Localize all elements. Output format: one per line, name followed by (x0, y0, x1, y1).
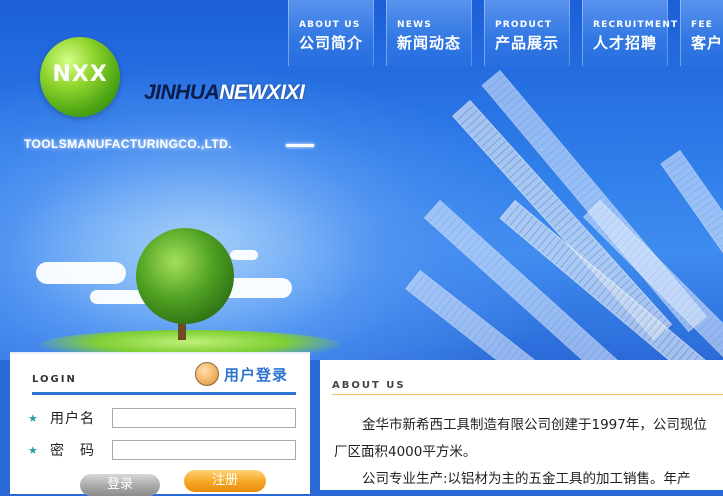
nav-item-en: PRODUCT (495, 20, 553, 30)
about-paragraph: 厂区面积4000平方米。 (334, 444, 477, 460)
nav-item-en: FEE (691, 20, 714, 30)
login-title-en: LOGIN (32, 374, 77, 385)
username-label: 用户名 (50, 411, 95, 427)
about-panel: ABOUT US 金华市新希西工具制造有限公司创建于1997年，公司现位 厂区面… (310, 360, 723, 490)
cloud (36, 262, 126, 284)
brand-name: JINHUANEWXIXI (144, 81, 305, 105)
nav-item-cn: 新闻动态 (397, 34, 462, 52)
nav-item-cn: 公司简介 (299, 34, 364, 52)
brand-name-part2: NEWXIXI (219, 81, 305, 104)
bullet-icon: ★ (28, 443, 38, 457)
main-nav: ABOUT US 公司简介 NEWS 新闻动态 PRODUCT 产品展示 REC… (288, 0, 723, 66)
login-button[interactable]: 登录 (80, 474, 160, 496)
nav-item-news[interactable]: NEWS 新闻动态 (386, 0, 472, 66)
cloud (230, 250, 258, 260)
nav-item-cn: 产品展示 (495, 34, 560, 52)
brand-tagline: TOOLSMANUFACTURINGCO.,LTD. (24, 137, 232, 151)
bullet-icon: ★ (28, 411, 38, 425)
login-header: LOGIN 用户登录 (32, 362, 296, 395)
username-input[interactable] (112, 408, 296, 428)
password-input[interactable] (112, 440, 296, 460)
user-icon (194, 362, 219, 386)
logo-text: NXX (52, 62, 108, 87)
tree-icon (136, 228, 234, 324)
about-header: ABOUT US (332, 372, 723, 395)
password-row: ★ 密 码 (28, 440, 296, 460)
nav-item-en: RECRUITMENT (593, 20, 679, 30)
register-button[interactable]: 注册 (184, 470, 266, 492)
about-title: ABOUT US (332, 380, 406, 391)
nav-item-recruitment[interactable]: RECRUITMENT 人才招聘 (582, 0, 679, 66)
login-panel: LOGIN 用户登录 ★ 用户名 ★ 密 码 登录 注册 (10, 352, 310, 496)
about-paragraph: 公司专业生产:以铝材为主的五金工具的加工销售。年产 (362, 471, 691, 487)
login-title-wrap: 用户登录 (194, 362, 288, 386)
nav-item-about[interactable]: ABOUT US 公司简介 (288, 0, 374, 66)
brand-name-part1: JINHUA (144, 81, 220, 104)
ruler-image (660, 150, 723, 264)
hero-banner: NXX JINHUANEWXIXI TOOLSMANUFACTURINGCO.,… (0, 0, 723, 360)
nav-item-product[interactable]: PRODUCT 产品展示 (484, 0, 570, 66)
nav-item-cn: 客户 (691, 34, 723, 52)
password-label: 密 码 (50, 443, 95, 459)
tagline-dash (286, 144, 314, 147)
login-title-cn: 用户登录 (223, 365, 288, 384)
nav-item-cn: 人才招聘 (593, 34, 658, 52)
nav-item-en: ABOUT US (299, 20, 361, 30)
about-text: 金华市新希西工具制造有限公司创建于1997年，公司现位 厂区面积4000平方米。… (334, 412, 723, 493)
about-paragraph: 金华市新希西工具制造有限公司创建于1997年，公司现位 (362, 417, 707, 433)
nav-item-en: NEWS (397, 20, 432, 30)
username-row: ★ 用户名 (28, 408, 296, 428)
nav-item-feedback[interactable]: FEE 客户 (680, 0, 723, 66)
